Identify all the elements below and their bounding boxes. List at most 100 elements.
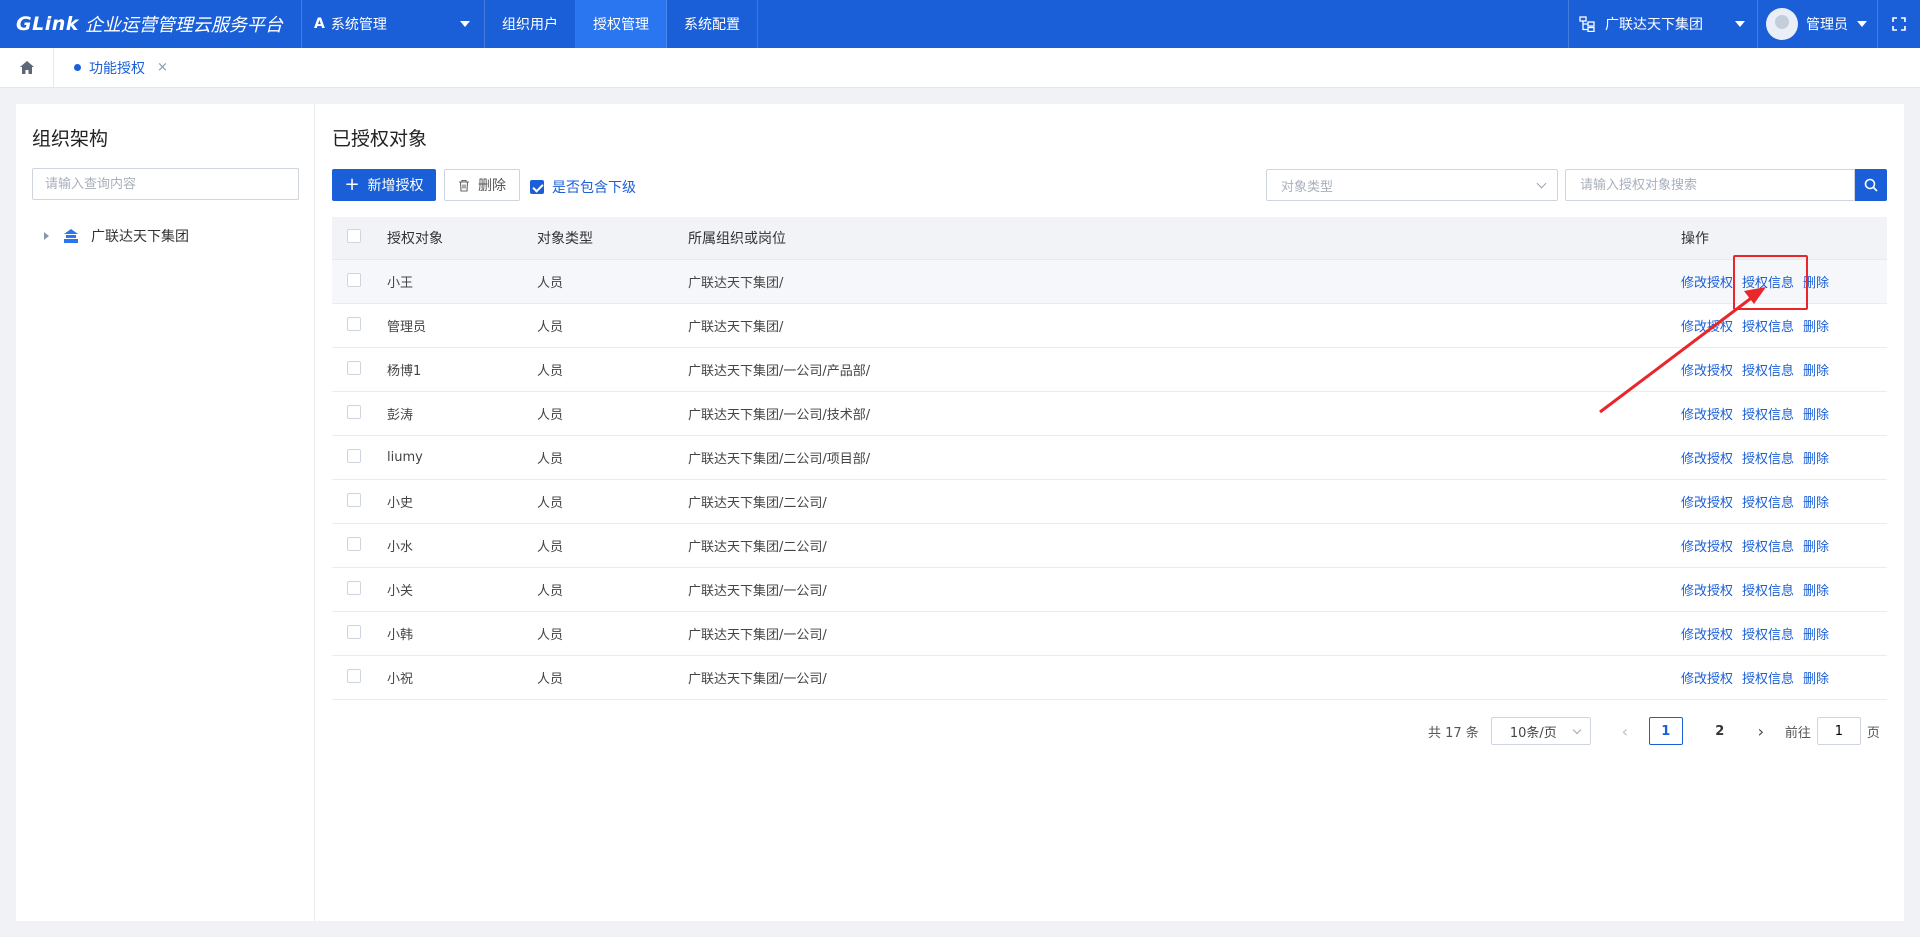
caret-down-icon bbox=[460, 21, 470, 27]
row-checkbox[interactable] bbox=[347, 668, 361, 683]
search-button[interactable] bbox=[1855, 169, 1887, 201]
delete-row-link[interactable]: 删除 bbox=[1803, 536, 1829, 555]
delete-row-link[interactable]: 删除 bbox=[1803, 404, 1829, 423]
cell-object: 彭涛 bbox=[387, 408, 414, 423]
auth-info-link[interactable]: 授权信息 bbox=[1742, 272, 1794, 291]
cell-ops: 修改授权 授权信息 删除 bbox=[1681, 448, 1887, 467]
delete-row-link[interactable]: 删除 bbox=[1803, 448, 1829, 467]
next-page-button[interactable]: › bbox=[1747, 717, 1775, 745]
auth-info-link[interactable]: 授权信息 bbox=[1742, 404, 1794, 423]
tree-search-input[interactable] bbox=[32, 168, 299, 200]
table-row[interactable]: 小韩 人员 广联达天下集团/一公司/修改授权 授权信息 删除 bbox=[332, 612, 1887, 656]
nav-tab-system-config[interactable]: 系统配置 bbox=[667, 0, 758, 48]
tree-node-root[interactable]: 广联达天下集团 bbox=[44, 226, 189, 246]
modify-auth-link[interactable]: 修改授权 bbox=[1681, 492, 1733, 511]
table-row[interactable]: 小史 人员 广联达天下集团/二公司/修改授权 授权信息 删除 bbox=[332, 480, 1887, 524]
nav-tab-org-users[interactable]: 组织用户 bbox=[485, 0, 576, 48]
authorized-objects-panel: 已授权对象 + 新增授权 删除 是否包含下级 对象类型 授权对象 对象类型 所属… bbox=[315, 104, 1904, 921]
table-row[interactable]: 杨博1 人员 广联达天下集团/一公司/产品部/修改授权 授权信息 删除 bbox=[332, 348, 1887, 392]
cell-ops: 修改授权 授权信息 删除 bbox=[1681, 316, 1887, 335]
object-type-select[interactable]: 对象类型 bbox=[1266, 169, 1558, 201]
cell-type: 人员 bbox=[537, 320, 564, 335]
checkbox-checked-icon[interactable] bbox=[530, 180, 544, 194]
tab-function-auth[interactable]: 功能授权 × bbox=[74, 58, 168, 78]
delete-row-link[interactable]: 删除 bbox=[1803, 668, 1829, 687]
modify-auth-link[interactable]: 修改授权 bbox=[1681, 448, 1733, 467]
page-size-select[interactable]: 10条/页 bbox=[1490, 717, 1591, 745]
auth-info-link[interactable]: 授权信息 bbox=[1742, 624, 1794, 643]
delete-row-link[interactable]: 删除 bbox=[1803, 316, 1829, 335]
add-authorization-button[interactable]: + 新增授权 bbox=[332, 169, 436, 201]
object-search-input[interactable] bbox=[1565, 169, 1855, 201]
row-checkbox[interactable] bbox=[347, 272, 361, 287]
top-navigation-bar: GLink 企业运营管理云服务平台 A 系统管理 组织用户 授权管理 系统配置 … bbox=[0, 0, 1920, 48]
cell-org: 广联达天下集团/一公司/ bbox=[688, 584, 827, 599]
table-row[interactable]: 彭涛 人员 广联达天下集团/一公司/技术部/修改授权 授权信息 删除 bbox=[332, 392, 1887, 436]
auth-info-link[interactable]: 授权信息 bbox=[1742, 448, 1794, 467]
delete-row-link[interactable]: 删除 bbox=[1803, 272, 1829, 291]
modify-auth-link[interactable]: 修改授权 bbox=[1681, 580, 1733, 599]
prev-page-button[interactable]: ‹ bbox=[1611, 717, 1639, 745]
modify-auth-link[interactable]: 修改授权 bbox=[1681, 536, 1733, 555]
table-row[interactable]: 小关 人员 广联达天下集团/一公司/修改授权 授权信息 删除 bbox=[332, 568, 1887, 612]
table-row[interactable]: 小水 人员 广联达天下集团/二公司/修改授权 授权信息 删除 bbox=[332, 524, 1887, 568]
cell-type: 人员 bbox=[537, 496, 564, 511]
delete-button[interactable]: 删除 bbox=[444, 169, 520, 201]
total-count: 共 17 条 bbox=[1428, 725, 1479, 741]
delete-row-link[interactable]: 删除 bbox=[1803, 580, 1829, 599]
cell-object: 小关 bbox=[387, 584, 414, 599]
modify-auth-link[interactable]: 修改授权 bbox=[1681, 360, 1733, 379]
row-checkbox[interactable] bbox=[347, 580, 361, 595]
top-right-area: 广联达天下集团 管理员 bbox=[1568, 0, 1920, 48]
user-menu[interactable]: 管理员 bbox=[1758, 0, 1878, 48]
chevron-down-icon bbox=[1536, 178, 1547, 189]
cell-object: 小水 bbox=[387, 540, 414, 555]
row-checkbox[interactable] bbox=[347, 360, 361, 375]
auth-info-link[interactable]: 授权信息 bbox=[1742, 668, 1794, 687]
modify-auth-link[interactable]: 修改授权 bbox=[1681, 316, 1733, 335]
select-all-checkbox[interactable] bbox=[347, 229, 361, 243]
auth-info-link[interactable]: 授权信息 bbox=[1742, 360, 1794, 379]
org-structure-panel: 组织架构 广联达天下集团 bbox=[16, 104, 315, 921]
chevron-down-icon bbox=[1572, 725, 1582, 735]
close-icon[interactable]: × bbox=[157, 60, 168, 75]
delete-row-link[interactable]: 删除 bbox=[1803, 624, 1829, 643]
modify-auth-link[interactable]: 修改授权 bbox=[1681, 668, 1733, 687]
nav-tab-auth-management[interactable]: 授权管理 bbox=[576, 0, 667, 48]
row-checkbox[interactable] bbox=[347, 624, 361, 639]
auth-info-link[interactable]: 授权信息 bbox=[1742, 492, 1794, 511]
goto-page-input[interactable] bbox=[1816, 717, 1861, 745]
nav-tabs: 组织用户 授权管理 系统配置 bbox=[485, 0, 758, 48]
fullscreen-button[interactable] bbox=[1878, 0, 1920, 48]
auth-info-link[interactable]: 授权信息 bbox=[1742, 536, 1794, 555]
row-checkbox[interactable] bbox=[347, 492, 361, 507]
modify-auth-link[interactable]: 修改授权 bbox=[1681, 272, 1733, 291]
cell-org: 广联达天下集团/一公司/技术部/ bbox=[688, 408, 871, 423]
include-subordinates-checkbox[interactable]: 是否包含下级 bbox=[530, 177, 636, 197]
expand-arrow-icon[interactable] bbox=[44, 232, 49, 240]
row-checkbox[interactable] bbox=[347, 448, 361, 463]
row-checkbox[interactable] bbox=[347, 536, 361, 551]
org-switcher[interactable]: 广联达天下集团 bbox=[1568, 0, 1758, 48]
row-checkbox[interactable] bbox=[347, 316, 361, 331]
home-button[interactable] bbox=[0, 47, 54, 88]
page-number-1[interactable]: 1 bbox=[1648, 717, 1683, 745]
table-row[interactable]: 小王 人员 广联达天下集团/修改授权 授权信息 删除 bbox=[332, 260, 1887, 304]
auth-info-link[interactable]: 授权信息 bbox=[1742, 580, 1794, 599]
modify-auth-link[interactable]: 修改授权 bbox=[1681, 404, 1733, 423]
system-menu-dropdown[interactable]: A 系统管理 bbox=[302, 0, 485, 48]
authorized-objects-table: 授权对象 对象类型 所属组织或岗位 操作 小王 人员 广联达天下集团/修改授权 授权信… bbox=[332, 217, 1887, 700]
modify-auth-link[interactable]: 修改授权 bbox=[1681, 624, 1733, 643]
auth-info-link[interactable]: 授权信息 bbox=[1742, 316, 1794, 335]
page-title: 已授权对象 bbox=[332, 128, 428, 150]
row-checkbox[interactable] bbox=[347, 404, 361, 419]
cell-org: 广联达天下集团/一公司/ bbox=[688, 672, 827, 687]
table-row[interactable]: 小祝 人员 广联达天下集团/一公司/修改授权 授权信息 删除 bbox=[332, 656, 1887, 700]
delete-row-link[interactable]: 删除 bbox=[1803, 492, 1829, 511]
page-number-2[interactable]: 2 bbox=[1703, 717, 1737, 745]
brand[interactable]: GLink 企业运营管理云服务平台 bbox=[0, 0, 302, 48]
row-select-cell bbox=[332, 668, 387, 687]
table-row[interactable]: 管理员 人员 广联达天下集团/修改授权 授权信息 删除 bbox=[332, 304, 1887, 348]
delete-row-link[interactable]: 删除 bbox=[1803, 360, 1829, 379]
table-row[interactable]: liumy 人员 广联达天下集团/二公司/项目部/修改授权 授权信息 删除 bbox=[332, 436, 1887, 480]
